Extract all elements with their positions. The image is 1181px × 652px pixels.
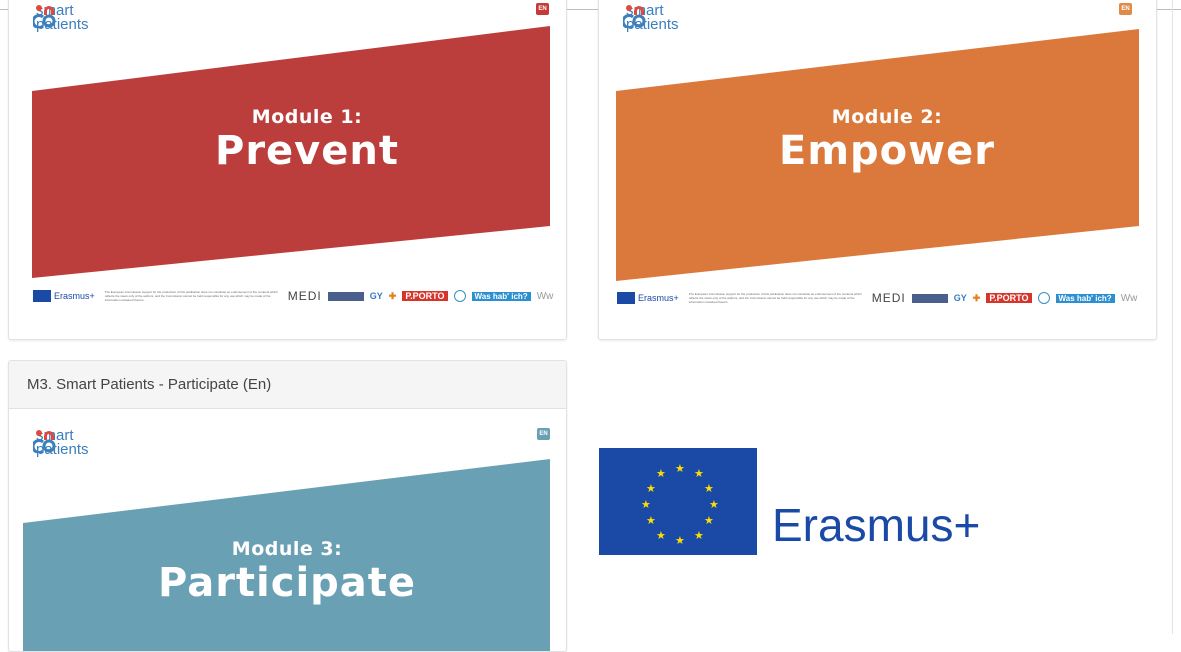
module-card-3[interactable]: M3. Smart Patients - Participate (En) sm… (8, 360, 567, 652)
right-scroll-border (1172, 0, 1173, 634)
svg-text:★: ★ (704, 515, 714, 527)
svg-text:★: ★ (646, 515, 656, 527)
partner-w: Ww (1120, 292, 1138, 304)
partner-porto: P.PORTO (402, 291, 448, 301)
cover-footer: Erasmus+ The European Commission support… (33, 284, 553, 308)
module-title: Participate (157, 560, 417, 606)
module-title-block: Module 1: Prevent (157, 106, 457, 174)
svg-text:★: ★ (656, 468, 666, 480)
card-header[interactable]: M3. Smart Patients - Participate (En) (9, 361, 566, 409)
disclaimer-text: The European Commission support for the … (104, 290, 278, 302)
eu-flag-icon (33, 290, 51, 302)
smart-patients-logo-icon (33, 430, 56, 453)
eu-flag-large-icon: ★ ★ ★ ★ ★ ★ ★ ★ ★ ★ ★ ★ (599, 448, 757, 555)
language-badge: EN (536, 3, 549, 15)
cover-footer: Erasmus+ The European Commission support… (617, 286, 1137, 310)
partner-gy: GY (369, 291, 383, 301)
partner-q-icon (1037, 292, 1050, 304)
eu-flag-icon (617, 292, 635, 304)
module-title-block: Module 2: Empower (737, 106, 1037, 174)
smart-patients-logo: smart patients (33, 428, 89, 457)
partner-logo-icon (911, 293, 948, 303)
svg-text:★: ★ (709, 499, 719, 511)
disclaimer-text: The European Commission support for the … (688, 292, 862, 304)
partner-orange-icon: ✚ (972, 292, 981, 303)
module-number: Module 1: (251, 106, 363, 128)
svg-text:★: ★ (694, 468, 704, 480)
erasmus-small-label: Erasmus+ (54, 291, 95, 301)
svg-text:★: ★ (675, 463, 685, 475)
partner-w: Ww (536, 290, 554, 302)
partner-logo-icon (327, 291, 364, 301)
module-number: Module 2: (831, 106, 943, 128)
partner-gy: GY (953, 293, 967, 303)
partner-q-icon (453, 290, 466, 302)
smart-patients-logo-icon (33, 5, 56, 28)
language-badge: EN (537, 428, 550, 440)
module-cover-1[interactable]: smart patients EN Module 1: Prevent Eras… (17, 1, 557, 329)
eu-stars-icon: ★ ★ ★ ★ ★ ★ ★ ★ ★ ★ ★ ★ (641, 463, 719, 547)
svg-text:★: ★ (646, 483, 656, 495)
module-cover-2[interactable]: smart patients EN Module 2: Empower Eras… (607, 1, 1147, 329)
module-cover-3[interactable]: smart patients EN Module 3: Participate (17, 423, 557, 651)
module-card-1[interactable]: smart patients EN Module 1: Prevent Eras… (8, 0, 567, 340)
svg-text:★: ★ (656, 530, 666, 542)
partner-medi: MEDI (871, 291, 906, 305)
module-title: Empower (779, 128, 995, 174)
svg-text:★: ★ (704, 483, 714, 495)
partner-logos: MEDI GY ✚ P.PORTO Was hab' ich? Ww (872, 291, 1138, 305)
svg-text:★: ★ (675, 535, 685, 547)
module-title: Prevent (215, 128, 399, 174)
erasmus-plus-label: Erasmus+ (772, 499, 981, 551)
smart-patients-logo-icon (623, 5, 646, 28)
smart-patients-logo: smart patients (623, 3, 679, 32)
partner-logos: MEDI GY ✚ P.PORTO Was hab' ich? Ww (288, 289, 554, 303)
smart-patients-logo: smart patients (33, 3, 89, 32)
erasmus-small-label: Erasmus+ (638, 293, 679, 303)
partner-medi: MEDI (287, 289, 322, 303)
svg-text:★: ★ (641, 499, 651, 511)
partner-was-hab-ich: Was hab' ich? (1055, 293, 1115, 303)
module-title-block: Module 3: Participate (127, 538, 447, 606)
module-card-2[interactable]: smart patients EN Module 2: Empower Eras… (598, 0, 1157, 340)
module-number: Module 3: (231, 538, 343, 560)
partner-porto: P.PORTO (986, 293, 1032, 303)
partner-was-hab-ich: Was hab' ich? (471, 291, 531, 301)
svg-text:★: ★ (694, 530, 704, 542)
language-badge: EN (1119, 3, 1132, 15)
partner-orange-icon: ✚ (388, 290, 397, 301)
